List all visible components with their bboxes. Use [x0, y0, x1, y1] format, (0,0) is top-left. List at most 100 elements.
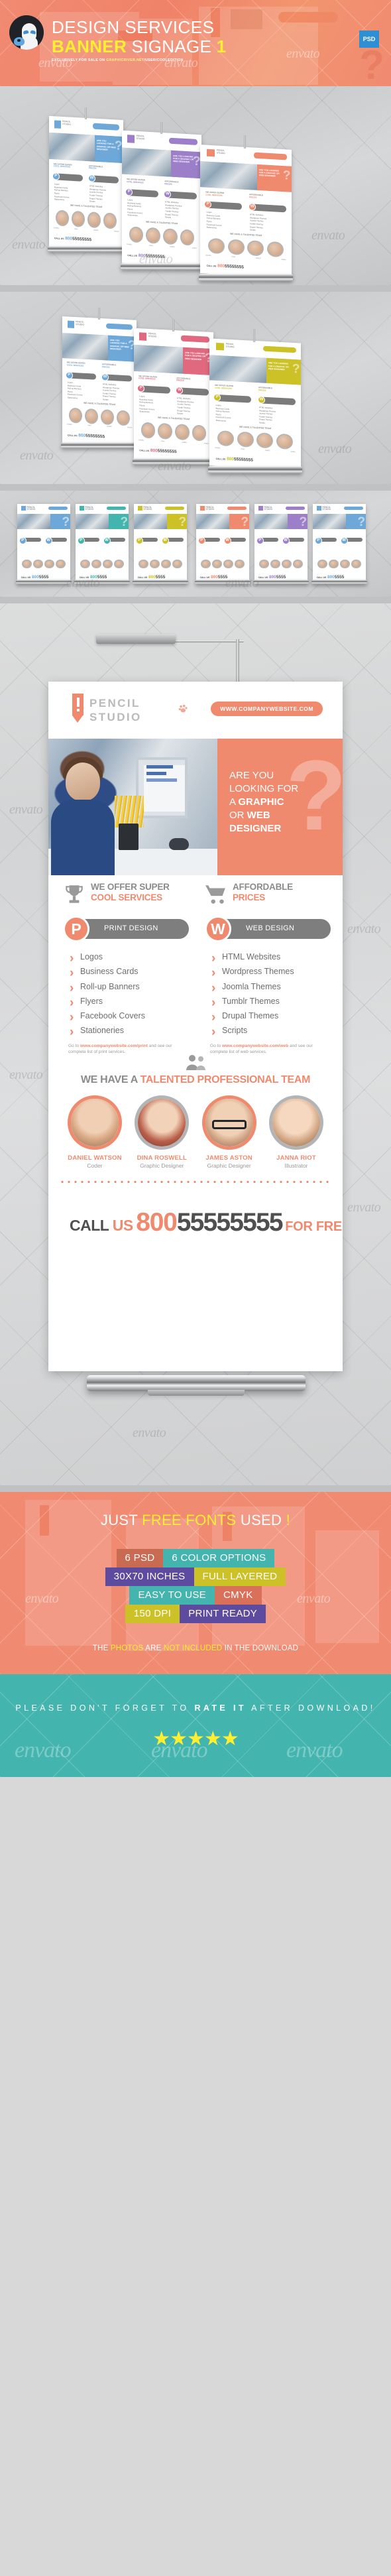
call-us-section: CALL US 80055555555 FOR FREE	[48, 1205, 343, 1243]
envato-watermark: envato	[9, 802, 43, 817]
photos-not-included-note: THE PHOTOS ARE NOT INCLUDED IN THE DOWNL…	[0, 1644, 391, 1652]
website-url-pill[interactable]: WWW.COMPANYWEBSITE.COM	[211, 702, 323, 716]
note-photos: PHOTOS	[110, 1644, 144, 1652]
team-member: DINA ROSWELL Graphic Designer	[133, 1095, 191, 1169]
page-header: envato envato envato ? DESIGN SERVICES B…	[0, 0, 391, 86]
print-note-link[interactable]: www.companywebsite.com/print	[80, 1044, 148, 1048]
team-member-name: JANNA RIOT	[276, 1154, 316, 1162]
envato-watermark: envato	[318, 442, 352, 456]
team-member: DANIEL WATSON Coder	[66, 1095, 124, 1169]
psd-badge: PSD	[359, 31, 379, 48]
avatar	[135, 1095, 190, 1150]
web-services-list: HTML Websites Wordpress Themes Joomla Th…	[210, 948, 343, 1056]
pencil-logo-icon	[72, 694, 84, 723]
offer2-bottom: PRICES	[233, 892, 266, 903]
pill-web-design[interactable]: WEB DESIGN W	[205, 916, 331, 942]
rate-request-text: PLEASE DON'T FORGET TO RATE IT AFTER DOW…	[0, 1703, 391, 1713]
envato-watermark: envato	[9, 1068, 43, 1082]
rollup-banner-mock: PENCIL STUDIO ? ARE YOU LOOKING FOR A GRA…	[58, 308, 139, 458]
team-headline-prefix: WE HAVE A	[80, 1074, 140, 1085]
team-member: JANNA RIOT Illustrator	[267, 1095, 325, 1169]
pill-print-label: PRINT DESIGN	[104, 924, 158, 932]
feature-tag: 30X70 INCHES	[105, 1567, 194, 1586]
banner-stand-foot	[148, 1390, 245, 1396]
team-member-name: JAMES ASTON	[205, 1154, 252, 1162]
list-item: Logos	[68, 948, 201, 970]
call-number: 55555555	[176, 1208, 284, 1237]
mockup-scene-three-banners-1: PENCIL STUDIO ? ARE YOU LOOKING FOR A GRA…	[0, 86, 391, 285]
offers-row: WE OFFER SUPER COOL SERVICES AFFORDABLE …	[48, 875, 343, 916]
envato-watermark: envato	[20, 448, 54, 463]
web-note-prefix: Go to	[210, 1043, 222, 1048]
large-rollup-banner: PENCIL STUDIO WWW.COMPANYWEBSITE.COM ? A…	[48, 634, 343, 1396]
offer1-top: WE OFFER SUPER	[91, 882, 170, 892]
rollup-banner-mock: PENCIL STUDIO ? PW CALL US 8005555	[195, 504, 251, 587]
team-headline: WE HAVE A TALENTED PROFESSIONAL TEAM	[48, 1074, 343, 1086]
fonts-title-just: JUST	[100, 1512, 142, 1528]
call-us-row: CALL US 80055555555 FOR FREE	[70, 1208, 343, 1237]
star-rating[interactable]: ★★★★★	[0, 1727, 391, 1750]
question-mark-decoration: ?	[359, 42, 384, 86]
hero-line-3-prefix: A	[229, 796, 239, 808]
feature-tag: EASY TO USE	[129, 1586, 215, 1605]
lamp-post	[236, 639, 239, 682]
note-in-download: IN THE DOWNLOAD	[222, 1644, 299, 1652]
envato-watermark: envato	[347, 922, 381, 936]
trophy-icon	[66, 885, 83, 903]
team-member: JAMES ASTON Graphic Designer	[200, 1095, 258, 1169]
list-item: Stationeries	[68, 1021, 201, 1044]
feature-tag: 150 DPI	[125, 1605, 180, 1623]
hero-message-block: ? ARE YOU LOOKING FOR A GRAPHIC OR WEB D…	[217, 739, 343, 875]
studio-logo-text: PENCIL STUDIO	[89, 697, 142, 724]
list-item: Scripts	[210, 1021, 343, 1044]
list-item: Flyers	[68, 992, 201, 1014]
mockup-scene-three-banners-2: PENCIL STUDIO ? ARE YOU LOOKING FOR A GRA…	[0, 292, 391, 484]
rate-text-prefix: PLEASE DON'T FORGET TO	[15, 1703, 195, 1713]
pill-print-design[interactable]: PRINT DESIGN P	[63, 916, 189, 942]
two-people-icon	[186, 1055, 205, 1070]
title-number: 1	[216, 36, 227, 56]
rollup-banner-mock: PENCIL STUDIO ? PW CALL US 8005555	[74, 504, 130, 587]
paw-icon	[178, 704, 188, 713]
avatar	[268, 1095, 323, 1150]
list-item: Facebook Covers	[68, 1007, 201, 1029]
rollup-banner-mock: PENCIL STUDIO ? PW CALL US 8005555	[133, 504, 188, 587]
feature-tag-row: EASY TO USE CMYK	[0, 1586, 391, 1605]
envato-watermark: envato	[133, 1426, 166, 1440]
feature-tag: PRINT READY	[180, 1605, 266, 1623]
rollup-banner-mock: PENCIL STUDIO ? ARE YOU LOOKING FOR A GRA…	[118, 122, 205, 276]
list-item: Wordpress Themes	[210, 962, 343, 985]
feature-tag-row: 150 DPI PRINT READY	[0, 1605, 391, 1623]
envato-watermark: envato	[347, 1200, 381, 1215]
ghost-mascot-icon	[9, 15, 44, 50]
feature-tags: 6 PSD 6 COLOR OPTIONS 30X70 INCHES FULL …	[0, 1549, 391, 1623]
envato-watermark: envato	[12, 237, 46, 252]
list-item: Drupal Themes	[210, 1007, 343, 1029]
page-title: DESIGN SERVICES	[52, 17, 215, 37]
feature-tag: FULL LAYERED	[194, 1567, 286, 1586]
team-section: WE HAVE A TALENTED PROFESSIONAL TEAM DAN…	[48, 1054, 343, 1195]
fonts-title-used: USED	[236, 1512, 286, 1528]
hero-line-2: LOOKING FOR	[229, 783, 299, 795]
section-divider	[0, 1485, 391, 1492]
title-banner-word: BANNER	[52, 36, 127, 56]
list-item: HTML Websites	[210, 948, 343, 970]
offer2-top: AFFORDABLE	[233, 882, 293, 892]
features-footer: envato envato envato JUST FREE FONTS USE…	[0, 1492, 391, 1674]
dotted-separator	[59, 1180, 332, 1184]
call-suffix: FOR FREE	[285, 1219, 343, 1234]
note-are: ARE	[143, 1644, 164, 1652]
lamp-head	[96, 634, 176, 644]
team-member-role: Graphic Designer	[207, 1162, 251, 1169]
banner-artwork: PENCIL STUDIO WWW.COMPANYWEBSITE.COM ? A…	[48, 682, 343, 1371]
web-note-link[interactable]: www.companywebsite.com/web	[222, 1044, 288, 1048]
fonts-title-free: FREE FONTS	[142, 1512, 237, 1528]
team-headline-accent: TALENTED PROFESSIONAL TEAM	[140, 1074, 311, 1085]
mockup-scene-six-banners: PENCIL STUDIO ? PW CALL US 8005555 PENCIL…	[0, 491, 391, 597]
feature-tag: 6 PSD	[116, 1549, 164, 1567]
list-item: Business Cards	[68, 962, 201, 985]
exclusive-sale-note: EXCLUSIVELY FOR SALE ON GRAPHICRIVER.NET…	[52, 58, 184, 62]
rollup-banner-mock: PENCIL STUDIO ? ARE YOU LOOKING FOR A GRA…	[205, 329, 305, 480]
shopping-cart-icon	[205, 885, 225, 904]
rate-text-suffix: AFTER DOWNLOAD!	[246, 1703, 376, 1713]
